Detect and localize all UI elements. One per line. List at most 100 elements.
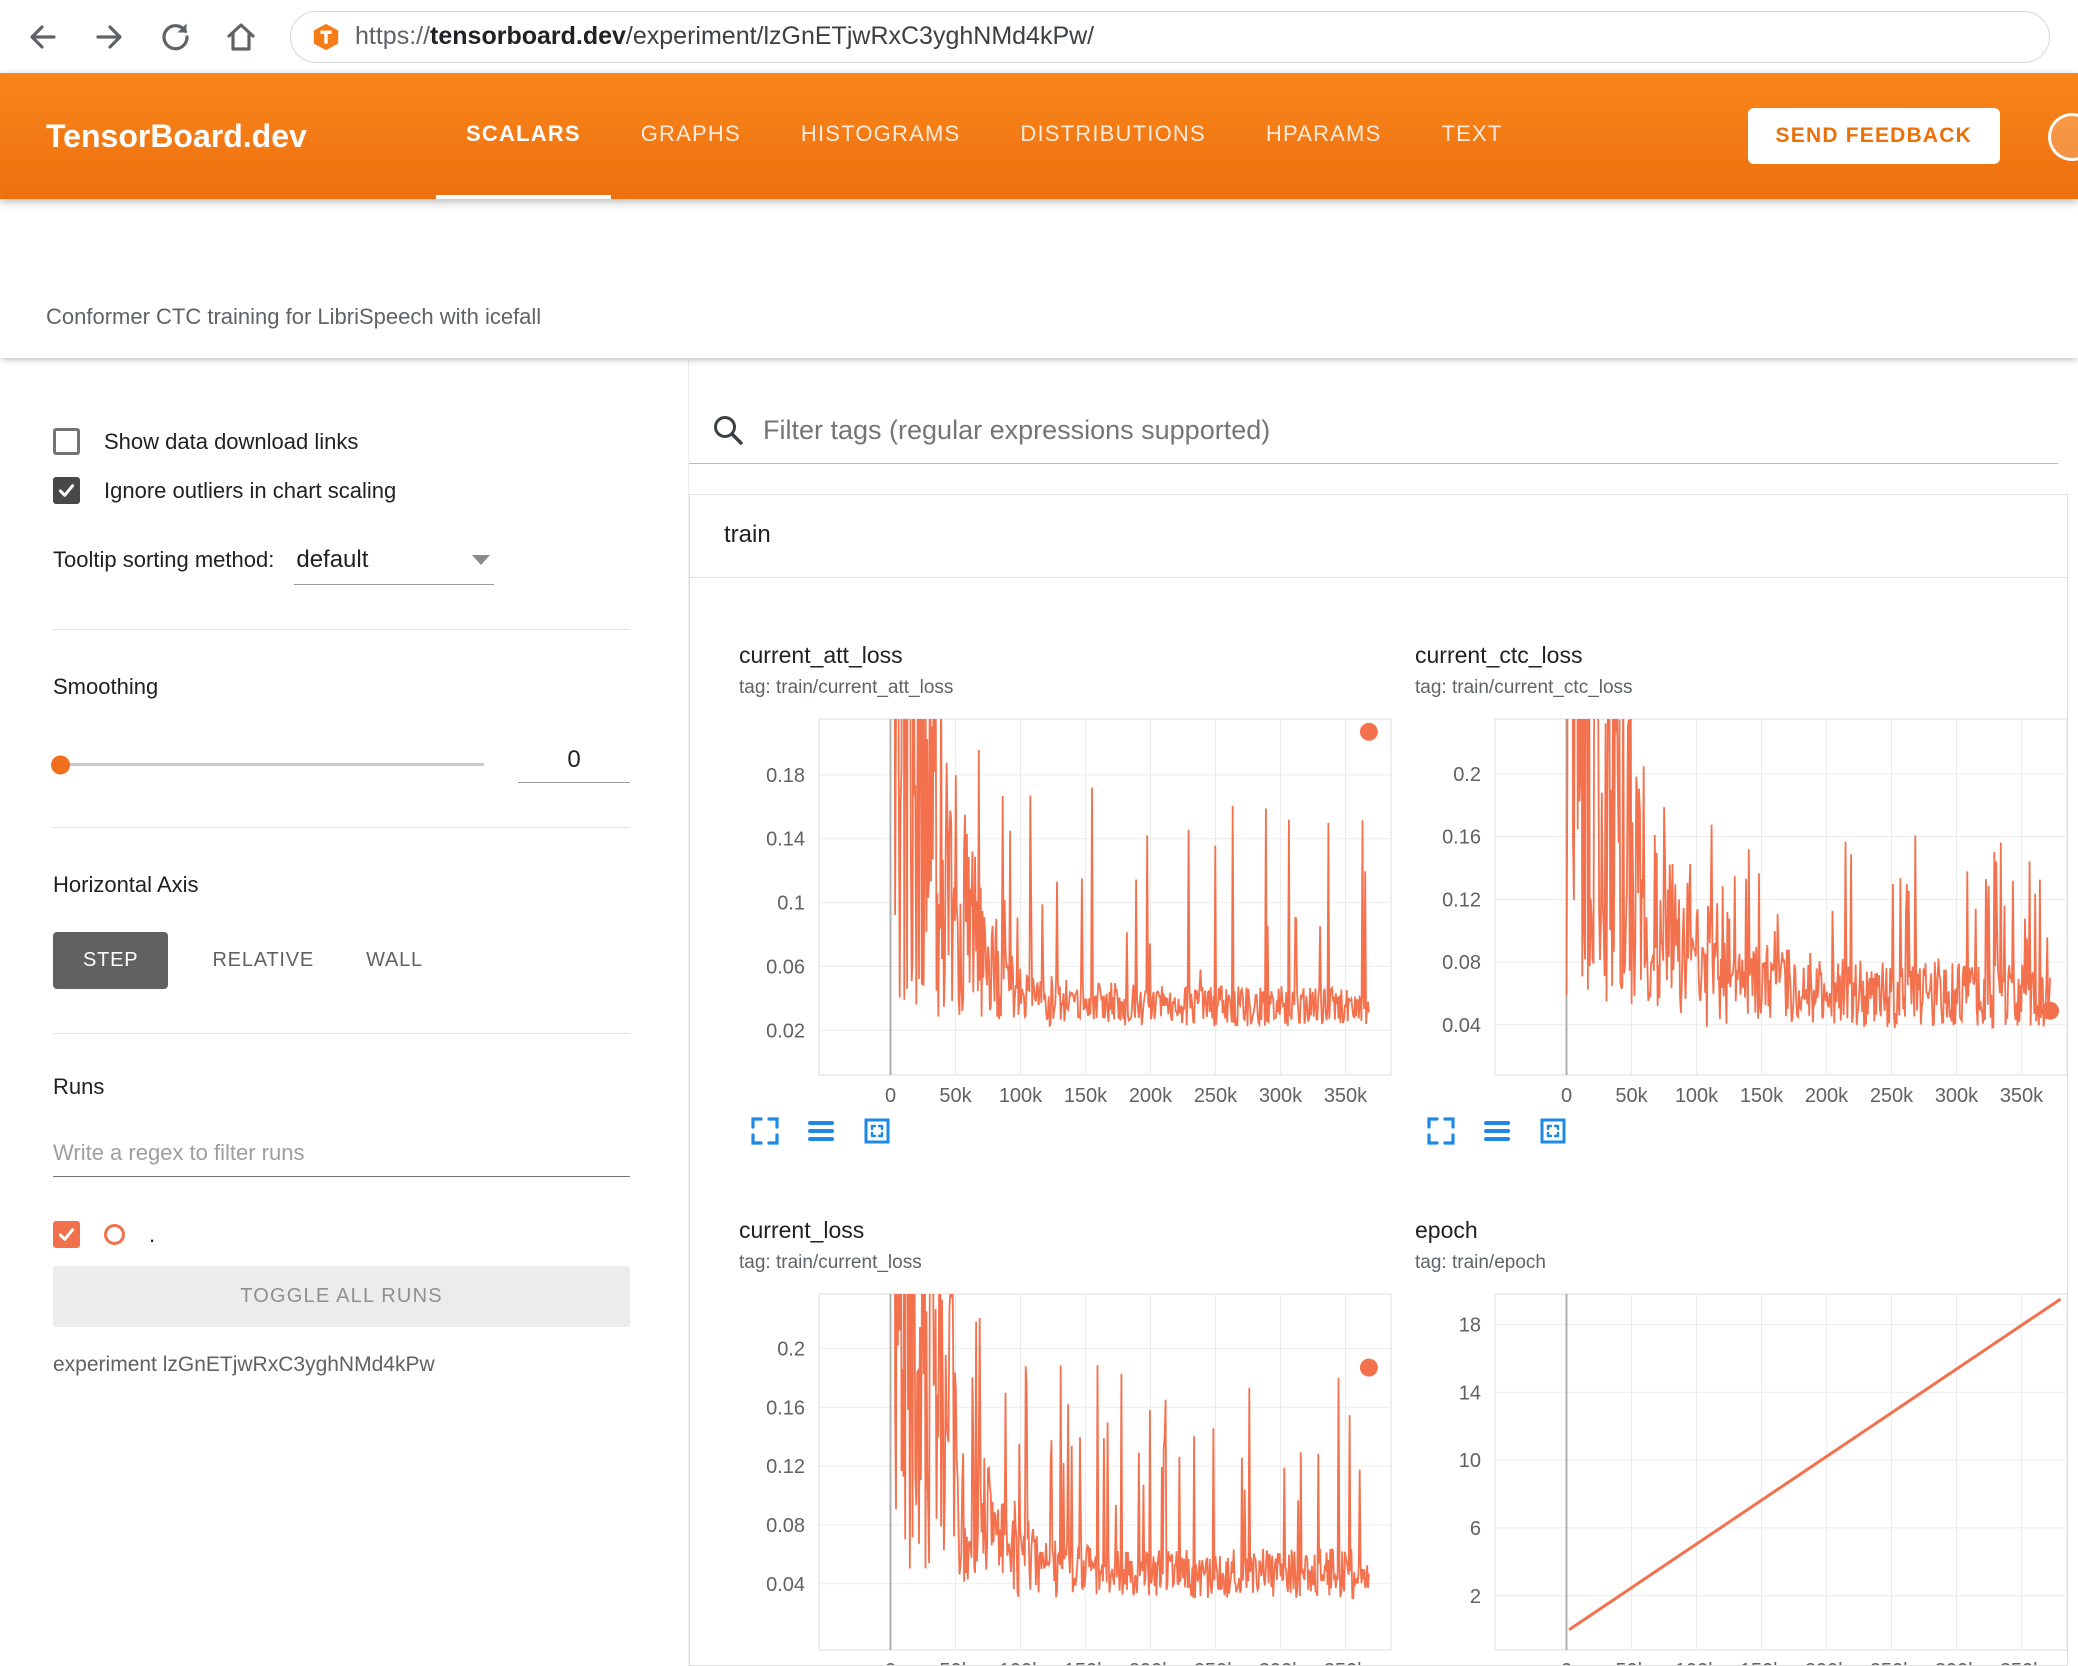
chart-title: epoch [1415,1217,1478,1243]
tab-graphs[interactable]: GRAPHS [611,73,771,199]
avatar[interactable] [2048,113,2078,161]
divider [53,629,630,630]
svg-text:100k: 100k [999,1085,1043,1107]
svg-text:18: 18 [1459,1315,1481,1337]
url-path: /experiment/lzGnETjwRxC3yghNMd4kPw/ [625,22,1095,50]
chart-current-loss: current_loss tag: train/current_loss 0.0… [739,1217,1415,1666]
svg-text:0.04: 0.04 [766,1574,805,1596]
smoothing-value-input[interactable]: 0 [518,746,630,783]
runs-menu-icon[interactable] [1481,1115,1513,1147]
experiment-subheader: Conformer CTC training for LibriSpeech w… [0,199,2078,358]
svg-text:0.12: 0.12 [766,1456,805,1478]
forward-icon[interactable] [92,20,126,54]
home-icon[interactable] [224,20,258,54]
svg-text:150k: 150k [1064,1660,1108,1666]
axis-relative-button[interactable]: RELATIVE [204,932,322,989]
reload-icon[interactable] [158,20,192,54]
svg-text:0.08: 0.08 [1442,952,1481,974]
chart-toolbar [1425,1115,2067,1147]
runs-label: Runs [53,1074,105,1099]
chart-toolbar [749,1115,1415,1147]
tab-histograms[interactable]: HISTOGRAMS [771,73,991,199]
expand-chart-icon[interactable] [749,1115,781,1147]
svg-text:200k: 200k [1805,1085,1849,1107]
svg-text:0.04: 0.04 [1442,1015,1481,1037]
smoothing-slider[interactable] [51,755,484,774]
tab-text[interactable]: TEXT [1411,73,1532,199]
expand-chart-icon[interactable] [1425,1115,1457,1147]
svg-text:200k: 200k [1129,1085,1173,1107]
experiment-id-label: experiment lzGnETjwRxC3yghNMd4kPw [53,1353,435,1376]
runs-menu-icon[interactable] [805,1115,837,1147]
svg-text:250k: 250k [1870,1660,1914,1666]
svg-text:14: 14 [1459,1382,1481,1404]
svg-text:50k: 50k [1615,1660,1648,1666]
svg-text:250k: 250k [1870,1085,1914,1107]
chart-epoch: epoch tag: train/epoch 2 6 10 14 18 0 50k 100k 1… [1415,1217,2068,1666]
svg-text:200k: 200k [1805,1660,1849,1666]
scalar-chart[interactable]: 0.04 0.08 0.12 0.16 0.2 0 50k 100k 150k 200k 250k 3… [1415,713,2068,1109]
scalar-chart[interactable]: 0.02 0.06 0.1 0.14 0.18 0 50k 100k 150k 200k 250k 3… [739,713,1399,1109]
svg-text:350k: 350k [1324,1085,1368,1107]
show-download-checkbox[interactable] [53,428,80,455]
send-feedback-button[interactable]: SEND FEEDBACK [1747,108,2000,164]
svg-text:250k: 250k [1194,1085,1238,1107]
svg-text:0.16: 0.16 [1442,827,1481,849]
svg-text:250k: 250k [1194,1660,1238,1666]
chart-tag: tag: train/current_loss [739,1252,922,1273]
tensorboard-favicon-icon [311,22,341,52]
chart-tag: tag: train/current_ctc_loss [1415,677,1633,698]
horizontal-axis-label: Horizontal Axis [53,872,199,897]
run-color-swatch[interactable] [104,1224,125,1245]
axis-wall-button[interactable]: WALL [358,932,431,989]
filter-tags-input[interactable] [763,414,2058,446]
main-panel: train current_att_loss tag: train/curren… [689,358,2078,1666]
toggle-all-runs-button[interactable]: TOGGLE ALL RUNS [53,1266,630,1327]
scalar-chart[interactable]: 0.04 0.08 0.12 0.16 0.2 0 50k 100k 150k 200k 250k 3… [739,1288,1399,1666]
settings-sidebar: Show data download links Ignore outliers… [0,358,689,1666]
svg-text:350k: 350k [1324,1660,1368,1666]
tab-hparams[interactable]: HPARAMS [1236,73,1412,199]
nav-tabs: SCALARS GRAPHS HISTOGRAMS DISTRIBUTIONS … [436,73,1532,199]
tab-distributions[interactable]: DISTRIBUTIONS [990,73,1236,199]
chart-tag: tag: train/current_att_loss [739,677,954,698]
browser-toolbar: https://tensorboard.dev/experiment/lzGnE… [0,0,2078,73]
tooltip-sorting-row: Tooltip sorting method: default [53,546,630,585]
chevron-down-icon [472,555,491,565]
svg-text:350k: 350k [2000,1660,2044,1666]
svg-text:150k: 150k [1740,1085,1784,1107]
horizontal-axis-buttons: STEP RELATIVE WALL [53,932,630,989]
runs-filter-input[interactable] [53,1140,630,1166]
smoothing-slider-handle[interactable] [51,755,70,774]
run-name: . [149,1221,156,1247]
svg-text:200k: 200k [1129,1660,1173,1666]
chart-title: current_loss [739,1217,865,1243]
group-title[interactable]: train [690,495,2067,578]
svg-text:300k: 300k [1935,1085,1979,1107]
ignore-outliers-checkbox[interactable] [53,477,80,504]
svg-text:10: 10 [1459,1450,1481,1472]
tooltip-sorting-select[interactable]: default [294,546,495,585]
back-icon[interactable] [26,20,60,54]
svg-text:0.2: 0.2 [1453,764,1481,786]
fit-domain-icon[interactable] [861,1115,893,1147]
scalar-chart[interactable]: 2 6 10 14 18 0 50k 100k 150k 200k 250k 300k 350k [1415,1288,2068,1666]
chart-current-ctc-loss: current_ctc_loss tag: train/current_ctc_… [1415,642,2068,1147]
address-bar[interactable]: https://tensorboard.dev/experiment/lzGnE… [290,10,2050,63]
fit-domain-icon[interactable] [1537,1115,1569,1147]
svg-text:150k: 150k [1740,1660,1784,1666]
svg-text:2: 2 [1470,1586,1481,1608]
svg-text:6: 6 [1470,1518,1481,1540]
axis-step-button[interactable]: STEP [53,932,169,989]
svg-text:0.12: 0.12 [1442,889,1481,911]
tab-scalars[interactable]: SCALARS [436,73,611,199]
svg-text:100k: 100k [1675,1085,1719,1107]
train-group-card: train current_att_loss tag: train/curren… [689,494,2068,1666]
smoothing-label: Smoothing [53,674,159,699]
chart-title: current_att_loss [739,642,903,668]
svg-text:0.18: 0.18 [766,765,805,787]
page: https://tensorboard.dev/experiment/lzGnE… [0,0,2078,1666]
run-checkbox[interactable] [53,1221,80,1248]
svg-text:300k: 300k [1259,1085,1303,1107]
svg-text:0: 0 [1561,1085,1572,1107]
